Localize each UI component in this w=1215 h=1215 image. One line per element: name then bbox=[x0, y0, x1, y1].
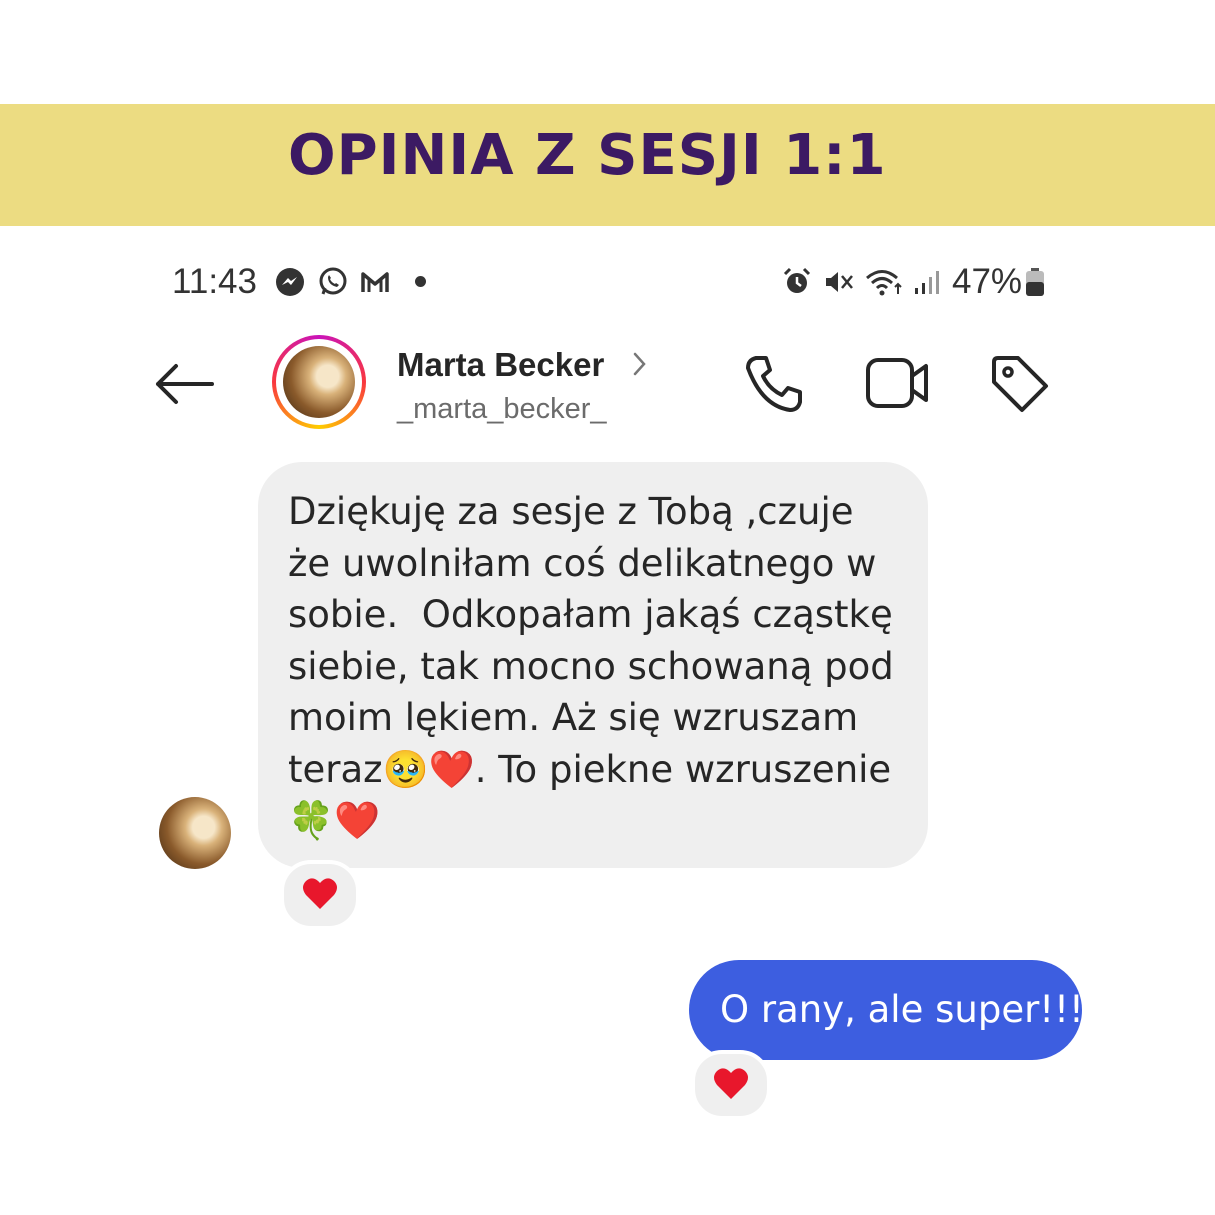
wifi-icon bbox=[866, 270, 902, 296]
tag-icon[interactable] bbox=[988, 352, 1052, 416]
mute-icon bbox=[826, 272, 853, 292]
heart-icon bbox=[303, 878, 337, 909]
contact-name[interactable]: Marta Becker bbox=[397, 346, 604, 384]
profile-avatar[interactable] bbox=[272, 335, 366, 429]
contact-username: _marta_becker_ bbox=[397, 393, 607, 425]
signal-icon bbox=[915, 271, 939, 294]
messenger-icon bbox=[276, 268, 304, 296]
heart-icon bbox=[714, 1068, 748, 1099]
status-time: 11:43 bbox=[172, 262, 257, 301]
outgoing-message-text: O rany, ale super!!! bbox=[720, 988, 1084, 1031]
phone-icon[interactable] bbox=[742, 352, 806, 416]
alarm-icon bbox=[783, 267, 811, 293]
gmail-icon bbox=[361, 272, 389, 292]
incoming-reaction-heart[interactable] bbox=[280, 860, 360, 930]
banner-title: OPINIA Z SESJI 1:1 bbox=[288, 123, 887, 188]
outgoing-reaction-heart[interactable] bbox=[691, 1050, 771, 1120]
video-camera-icon[interactable] bbox=[862, 352, 934, 416]
notification-dot bbox=[415, 276, 426, 287]
whatsapp-icon bbox=[319, 267, 347, 295]
incoming-message-text: Dziękuję za sesje z Tobą ,czuje że uwoln… bbox=[288, 490, 894, 842]
chevron-right-icon[interactable] bbox=[630, 350, 650, 378]
sender-avatar[interactable] bbox=[159, 797, 231, 869]
battery-icon bbox=[1026, 268, 1044, 296]
back-arrow-icon[interactable] bbox=[152, 362, 216, 406]
battery-percent: 47% bbox=[952, 262, 1023, 301]
